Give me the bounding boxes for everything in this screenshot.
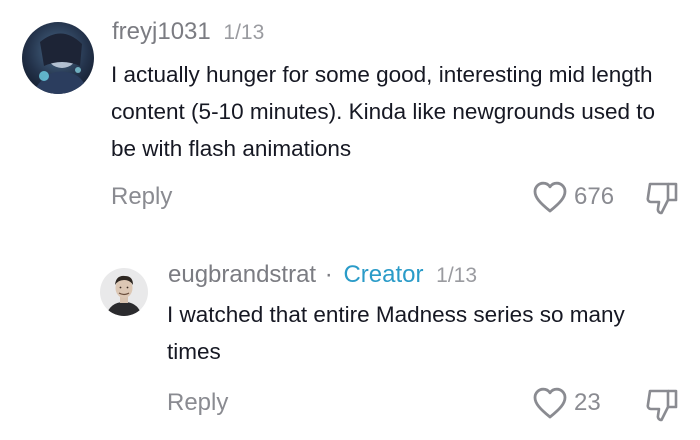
avatar-image	[100, 268, 148, 316]
username[interactable]: eugbrandstrat	[168, 261, 316, 288]
avatar-image	[22, 22, 94, 94]
reply-button[interactable]: Reply	[111, 182, 172, 212]
comment-text: I watched that entire Madness series so …	[167, 302, 625, 364]
meta-separator: ·	[324, 261, 333, 288]
comment-meta: freyj1031 1/13	[112, 17, 264, 48]
username[interactable]: freyj1031	[112, 18, 211, 45]
thumbs-down-icon	[645, 182, 679, 220]
avatar[interactable]	[100, 268, 148, 316]
creator-badge: Creator	[343, 261, 424, 288]
thumbs-down-icon	[645, 389, 679, 427]
dislike-button[interactable]	[645, 180, 679, 221]
comment-date: 1/13	[436, 264, 478, 287]
dislike-button[interactable]	[645, 387, 679, 428]
comment-meta: eugbrandstrat · Creator 1/13	[168, 260, 477, 291]
comment-item: freyj1031 1/13 I actually hunger for som…	[0, 0, 700, 240]
like-count: 676	[574, 183, 615, 210]
like-button[interactable]: 23	[532, 386, 601, 420]
reply-comment-item: eugbrandstrat · Creator 1/13 I watched t…	[0, 240, 700, 440]
reply-button[interactable]: Reply	[167, 388, 228, 418]
heart-outline-icon	[532, 386, 568, 420]
avatar[interactable]	[22, 22, 94, 94]
like-count: 23	[574, 389, 601, 416]
comment-date: 1/13	[223, 21, 265, 44]
heart-outline-icon	[532, 180, 568, 214]
like-button[interactable]: 676	[532, 180, 614, 214]
comment-text: I actually hunger for some good, interes…	[111, 62, 656, 161]
